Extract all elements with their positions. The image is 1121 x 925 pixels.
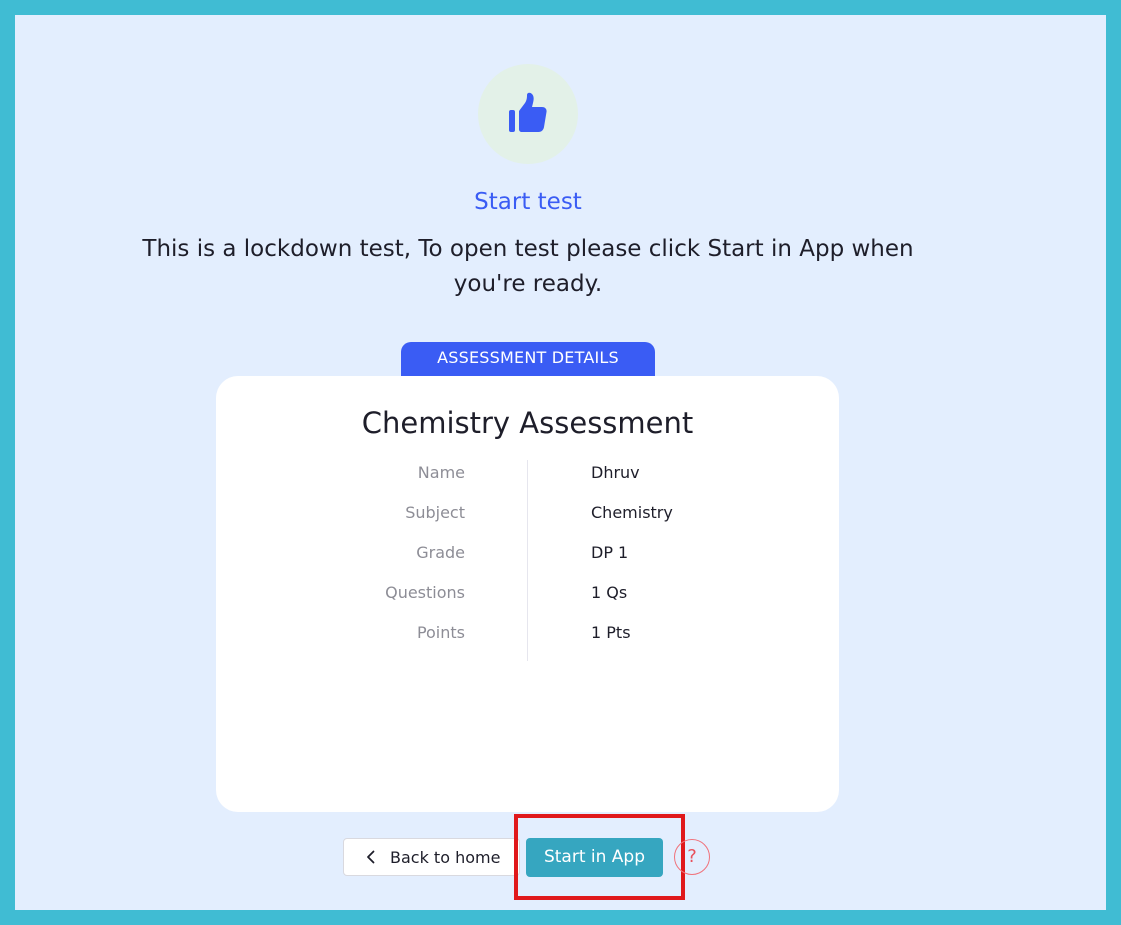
detail-label: Points (416, 623, 465, 642)
detail-value: DP 1 (591, 543, 629, 562)
detail-value: Dhruv (591, 463, 640, 482)
detail-value: 1 Qs (591, 583, 628, 602)
assessment-title: Chemistry Assessment (361, 406, 694, 440)
back-to-home-button[interactable]: Back to home (343, 838, 520, 876)
chevron-left-icon (364, 850, 378, 864)
highlight-box (514, 814, 685, 900)
detail-value: Chemistry (591, 503, 673, 522)
detail-label: Grade (416, 543, 465, 562)
thumbs-up-icon (509, 92, 547, 132)
page-title: Start test (474, 189, 582, 215)
lockdown-message: This is a lockdown test, To open test pl… (142, 236, 914, 297)
assessment-details-tab: ASSESSMENT DETAILS (401, 342, 655, 376)
detail-row-points: Points 1 Pts (216, 623, 839, 647)
detail-label: Questions (385, 583, 465, 602)
page: Start test This is a lockdown test, To o… (15, 15, 1106, 910)
help-button[interactable]: ? (674, 839, 710, 875)
detail-row-name: Name Dhruv (216, 463, 839, 487)
detail-value: 1 Pts (591, 623, 631, 642)
detail-row-subject: Subject Chemistry (216, 503, 839, 527)
detail-label: Subject (405, 503, 465, 522)
detail-label: Name (417, 463, 465, 482)
detail-row-grade: Grade DP 1 (216, 543, 839, 567)
detail-row-questions: Questions 1 Qs (216, 583, 839, 607)
thumbs-up-badge (478, 64, 578, 164)
back-to-home-label: Back to home (390, 847, 501, 867)
assessment-card: Chemistry Assessment Name Dhruv Subject … (216, 376, 839, 812)
question-mark-icon: ? (687, 846, 697, 867)
